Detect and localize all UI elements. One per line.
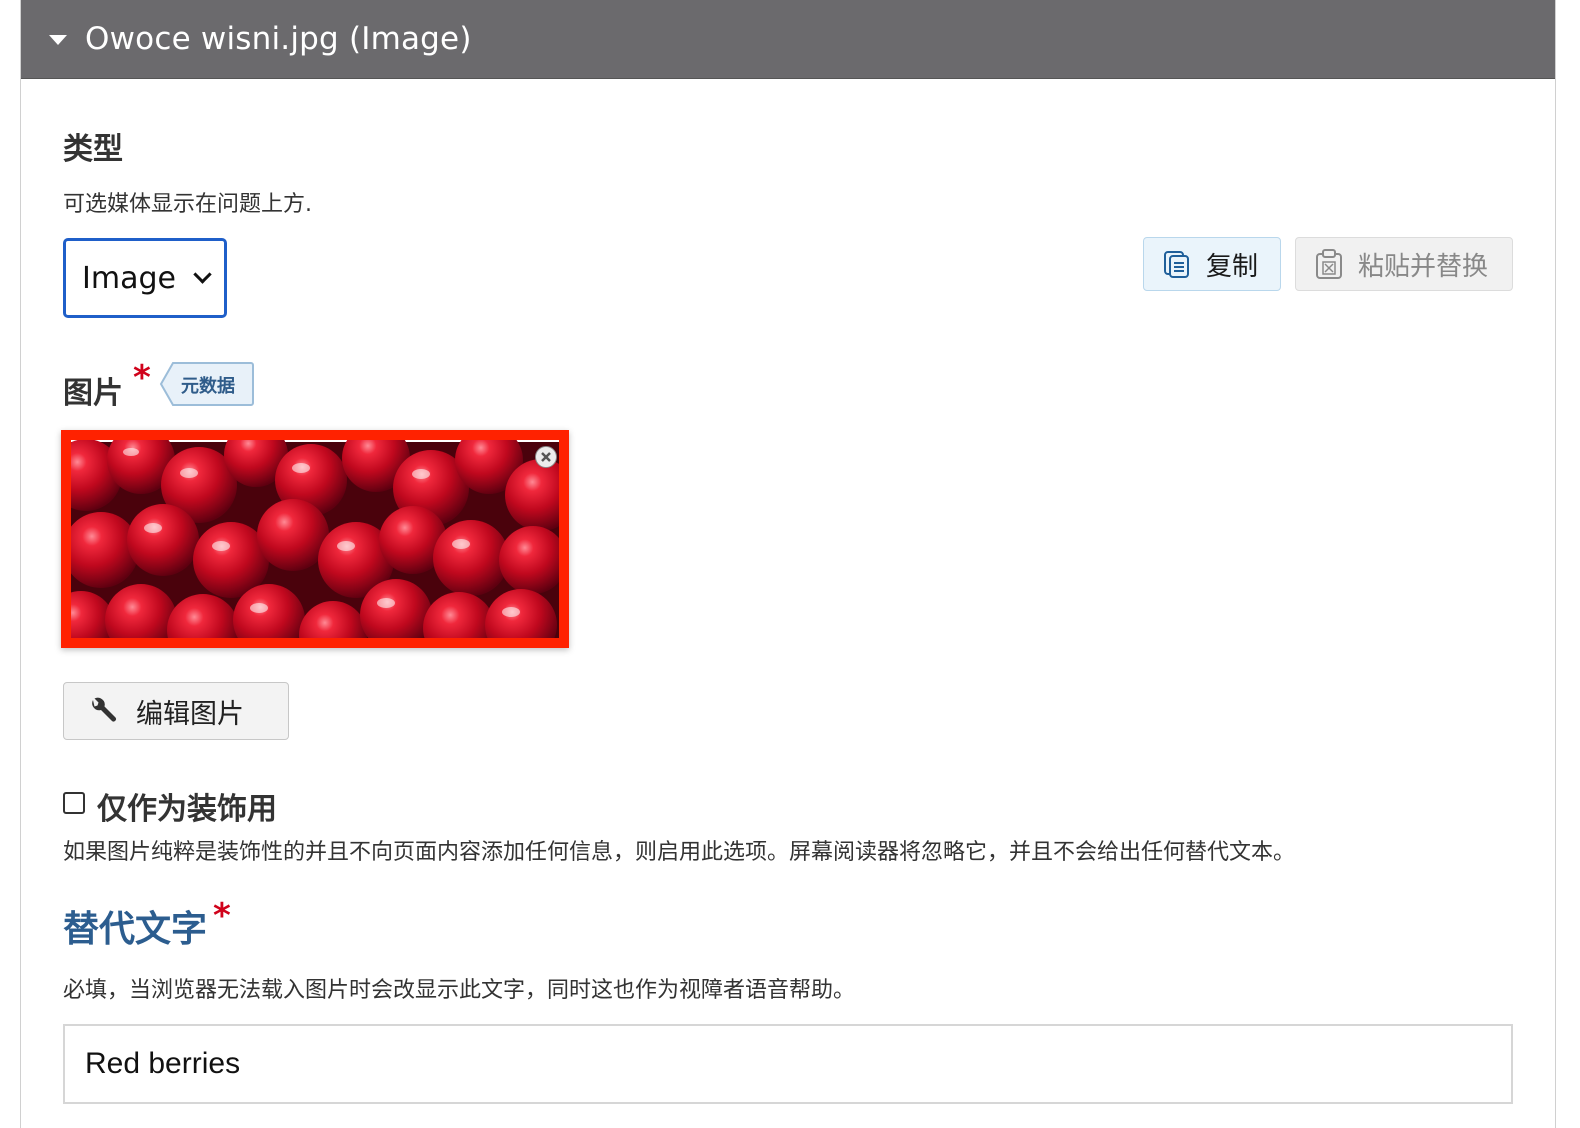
alt-text-label: 替代文字 (63, 909, 208, 950)
metadata-label: 元数据 (181, 376, 235, 397)
alt-text-required-mark: * (213, 896, 231, 936)
chevron-down-icon (193, 264, 212, 284)
copy-label: 复制 (1206, 251, 1259, 282)
copy-icon (1164, 251, 1189, 278)
alt-text-input[interactable] (63, 1024, 1513, 1104)
image-preview[interactable] (61, 430, 569, 648)
panel-header[interactable]: Owoce wisni.jpg (Image) (21, 0, 1555, 79)
decorative-checkbox[interactable] (63, 792, 85, 814)
wrench-icon (92, 697, 116, 722)
type-label: 类型 (63, 132, 123, 167)
cherries-image (71, 440, 559, 638)
image-label: 图片 (63, 376, 123, 411)
media-type-value: Image (82, 260, 176, 296)
image-required-mark: * (133, 358, 151, 398)
remove-image-button[interactable] (535, 446, 557, 468)
close-icon (541, 452, 551, 462)
type-description: 可选媒体显示在问题上方. (63, 192, 312, 217)
paste-replace-button[interactable]: 粘贴并替换 (1295, 237, 1513, 291)
decorative-description: 如果图片纯粹是装饰性的并且不向页面内容添加任何信息，则启用此选项。屏幕阅读器将忽… (63, 840, 1296, 865)
decorative-label[interactable]: 仅作为装饰用 (97, 784, 277, 828)
edit-image-button[interactable]: 编辑图片 (63, 682, 289, 740)
media-panel: Owoce wisni.jpg (Image) 类型 可选媒体显示在问题上方. … (20, 0, 1556, 1128)
alt-text-description: 必填，当浏览器无法载入图片时会改显示此文字，同时这也作为视障者语音帮助。 (63, 978, 856, 1003)
paste-replace-label: 粘贴并替换 (1358, 251, 1489, 282)
paste-icon (1316, 249, 1342, 279)
caret-down-icon (49, 35, 67, 45)
media-type-select[interactable]: Image (63, 238, 227, 318)
copy-button[interactable]: 复制 (1143, 237, 1281, 291)
metadata-tag[interactable]: 元数据 (159, 361, 255, 407)
edit-image-label: 编辑图片 (136, 698, 244, 730)
panel-title: Owoce wisni.jpg (Image) (85, 21, 472, 57)
